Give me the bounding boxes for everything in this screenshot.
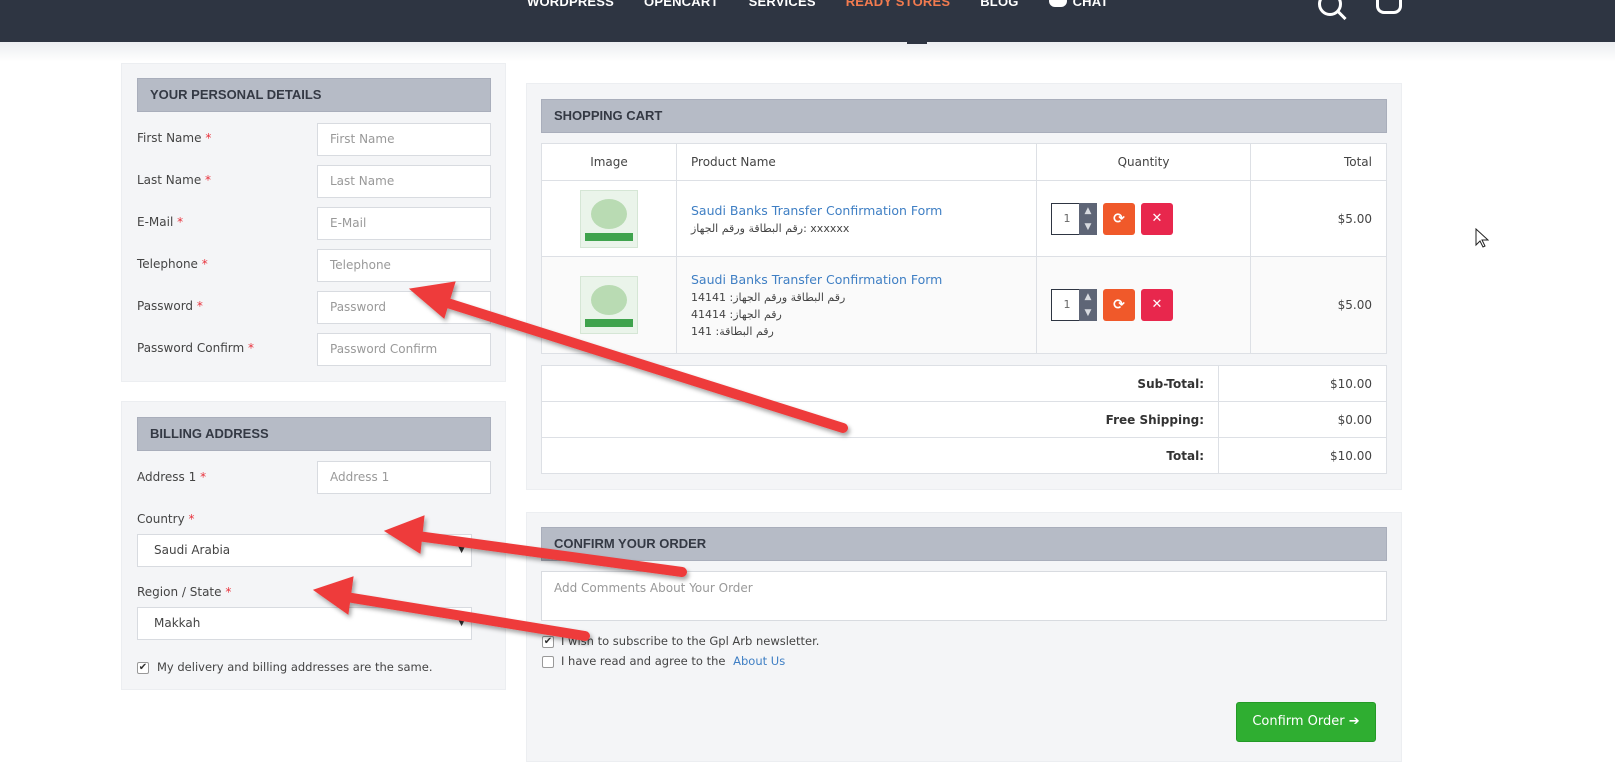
- row-total: $5.00: [1250, 256, 1387, 354]
- chevron-up-icon[interactable]: ▲: [1079, 203, 1097, 219]
- product-name-cell: Saudi Banks Transfer Confirmation Form ر…: [676, 256, 1037, 354]
- address-input[interactable]: Address 1: [317, 461, 491, 494]
- cart-icon[interactable]: [1376, 0, 1402, 14]
- col-total: Total: [1250, 143, 1387, 181]
- shipping-label: Free Shipping:: [541, 401, 1219, 438]
- country-select[interactable]: Saudi Arabia ▼: [137, 534, 472, 567]
- cart-header-row: Image Product Name Quantity Total: [541, 143, 1387, 181]
- nav-wordpress[interactable]: WORDPRESS: [527, 0, 614, 9]
- address-label: Address 1 *: [137, 470, 207, 484]
- last-name-input[interactable]: Last Name: [317, 165, 491, 198]
- row-total: $5.00: [1250, 180, 1387, 257]
- product-image-cell: [541, 180, 677, 257]
- billing-address-heading: BILLING ADDRESS: [137, 417, 491, 451]
- mouse-cursor-icon: [1475, 228, 1489, 248]
- chevron-down-icon[interactable]: ▼: [1079, 219, 1097, 235]
- first-name-label: First Name *: [137, 131, 212, 145]
- region-value: Makkah: [154, 616, 201, 630]
- quantity-stepper[interactable]: 1 ▲ ▼: [1051, 202, 1097, 235]
- col-quantity: Quantity: [1036, 143, 1251, 181]
- nav-chat[interactable]: CHAT: [1048, 0, 1109, 9]
- country-label: Country *: [137, 512, 195, 526]
- password-input[interactable]: Password: [317, 291, 491, 324]
- order-comments-textarea[interactable]: Add Comments About Your Order: [541, 571, 1387, 621]
- password-confirm-input[interactable]: Password Confirm: [317, 333, 491, 366]
- password-label: Password *: [137, 299, 203, 313]
- telephone-input[interactable]: Telephone: [317, 249, 491, 282]
- top-navbar: WORDPRESS OPENCART SERVICES READY STORES…: [0, 0, 1615, 42]
- about-us-link[interactable]: About Us: [733, 654, 785, 668]
- product-image-cell: [541, 256, 677, 354]
- chevron-down-icon[interactable]: ▼: [1079, 305, 1097, 321]
- product-option: رقم الجهاز: 41414: [691, 308, 782, 321]
- table-row: Saudi Banks Transfer Confirmation Form ر…: [541, 256, 1387, 354]
- agree-checkbox[interactable]: [542, 656, 554, 668]
- personal-details-heading: YOUR PERSONAL DETAILS: [137, 78, 491, 112]
- nav-services[interactable]: SERVICES: [749, 0, 816, 9]
- confirm-order-button[interactable]: Confirm Order ➔: [1236, 702, 1376, 742]
- main-nav: WORDPRESS OPENCART SERVICES READY STORES…: [527, 0, 1139, 9]
- nav-chat-label: CHAT: [1072, 0, 1109, 9]
- total-label: Total:: [541, 437, 1219, 474]
- quantity-stepper[interactable]: 1 ▲ ▼: [1051, 289, 1097, 321]
- quantity-spinner[interactable]: ▲ ▼: [1079, 202, 1097, 235]
- col-image: Image: [541, 143, 677, 181]
- region-label: Region / State *: [137, 585, 232, 599]
- subtotal-label: Sub-Total:: [541, 365, 1219, 402]
- product-link[interactable]: Saudi Banks Transfer Confirmation Form: [691, 272, 1036, 287]
- product-option: رقم البطاقة ورقم الجهاز: 14141: [691, 291, 846, 304]
- remove-button[interactable]: ✕: [1141, 289, 1173, 321]
- nav-dropdown-tab: [907, 40, 927, 44]
- nav-blog[interactable]: BLOG: [980, 0, 1018, 9]
- arrow-right-icon: ➔: [1348, 714, 1360, 729]
- col-product-name: Product Name: [676, 143, 1037, 181]
- remove-button[interactable]: ✕: [1141, 202, 1173, 235]
- quantity-cell: 1 ▲ ▼ ⟳ ✕: [1036, 180, 1251, 257]
- product-link[interactable]: Saudi Banks Transfer Confirmation Form: [691, 203, 1036, 218]
- chevron-down-icon: ▼: [458, 545, 465, 555]
- password-confirm-label: Password Confirm *: [137, 341, 254, 355]
- shipping-value: $0.00: [1218, 401, 1387, 438]
- same-address-checkbox[interactable]: ✔: [137, 662, 149, 674]
- first-name-input[interactable]: First Name: [317, 123, 491, 156]
- chevron-up-icon[interactable]: ▲: [1079, 289, 1097, 305]
- country-value: Saudi Arabia: [154, 543, 231, 557]
- same-address-label: My delivery and billing addresses are th…: [157, 660, 433, 674]
- search-icon[interactable]: [1318, 0, 1342, 16]
- telephone-label: Telephone *: [137, 257, 208, 271]
- quantity-spinner[interactable]: ▲ ▼: [1079, 289, 1097, 321]
- product-option: رقم البطاقة: 141: [691, 325, 774, 338]
- cart-totals-table: Sub-Total: $10.00 Free Shipping: $0.00 T…: [541, 365, 1387, 474]
- chevron-down-icon: ▼: [458, 618, 465, 628]
- email-input[interactable]: E-Mail: [317, 207, 491, 240]
- cart-table: Image Product Name Quantity Total Saudi …: [541, 143, 1387, 354]
- navbar-shadow: [0, 42, 1615, 62]
- update-button[interactable]: ⟳: [1103, 289, 1135, 321]
- region-select[interactable]: Makkah ▼: [137, 607, 472, 640]
- email-label: E-Mail *: [137, 215, 184, 229]
- nav-opencart[interactable]: OPENCART: [644, 0, 719, 9]
- confirm-order-heading: CONFIRM YOUR ORDER: [541, 527, 1387, 561]
- nav-ready-stores[interactable]: READY STORES: [846, 0, 951, 9]
- newsletter-label: I wish to subscribe to the Gpl Arb newsl…: [561, 634, 820, 648]
- agree-label: I have read and agree to the About Us: [561, 654, 786, 668]
- product-thumbnail[interactable]: [580, 189, 638, 248]
- table-row: Saudi Banks Transfer Confirmation Form ر…: [541, 180, 1387, 257]
- total-row: Total: $10.00: [541, 437, 1387, 474]
- update-button[interactable]: ⟳: [1103, 202, 1135, 235]
- product-thumbnail[interactable]: [580, 276, 638, 334]
- quantity-cell: 1 ▲ ▼ ⟳ ✕: [1036, 256, 1251, 354]
- product-name-cell: Saudi Banks Transfer Confirmation Form ر…: [676, 180, 1037, 257]
- product-option: رقم البطاقة ورقم الجهاز: xxxxxx: [691, 221, 850, 235]
- shopping-cart-heading: SHOPPING CART: [541, 99, 1387, 133]
- shipping-row: Free Shipping: $0.00: [541, 401, 1387, 438]
- total-value: $10.00: [1218, 437, 1387, 474]
- newsletter-checkbox[interactable]: ✔: [542, 636, 554, 648]
- subtotal-row: Sub-Total: $10.00: [541, 365, 1387, 402]
- last-name-label: Last Name *: [137, 173, 212, 187]
- subtotal-value: $10.00: [1218, 365, 1387, 402]
- chat-icon: [1048, 0, 1067, 7]
